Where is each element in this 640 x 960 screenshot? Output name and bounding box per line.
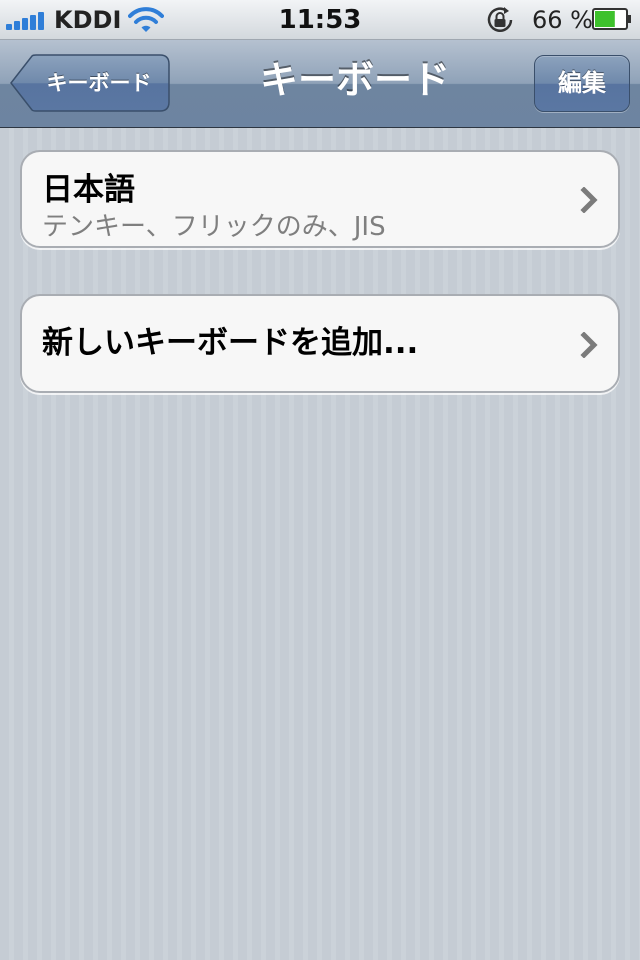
navigation-bar: キーボード キーボード 編集 [0, 40, 640, 128]
add-keyboard-row[interactable]: 新しいキーボードを追加... [20, 294, 620, 393]
battery-icon [592, 8, 631, 30]
page-title: キーボード [259, 58, 450, 102]
add-keyboard-label: 新しいキーボードを追加... [42, 325, 419, 361]
edit-button[interactable]: 編集 [534, 55, 630, 112]
keyboard-row-japanese[interactable]: 日本語 テンキー、フリックのみ、JIS [20, 150, 620, 248]
chevron-right-icon [580, 332, 598, 358]
status-bar: KDDI 11:53 66 % [0, 0, 640, 40]
back-button-label: キーボード [46, 71, 152, 95]
chevron-right-icon [580, 187, 598, 213]
orientation-lock-icon [487, 7, 513, 32]
back-button[interactable]: キーボード [10, 54, 170, 112]
keyboard-name: 日本語 [42, 172, 135, 208]
keyboard-details: テンキー、フリックのみ、JIS [42, 212, 386, 242]
battery-percentage: 66 % [532, 6, 593, 34]
